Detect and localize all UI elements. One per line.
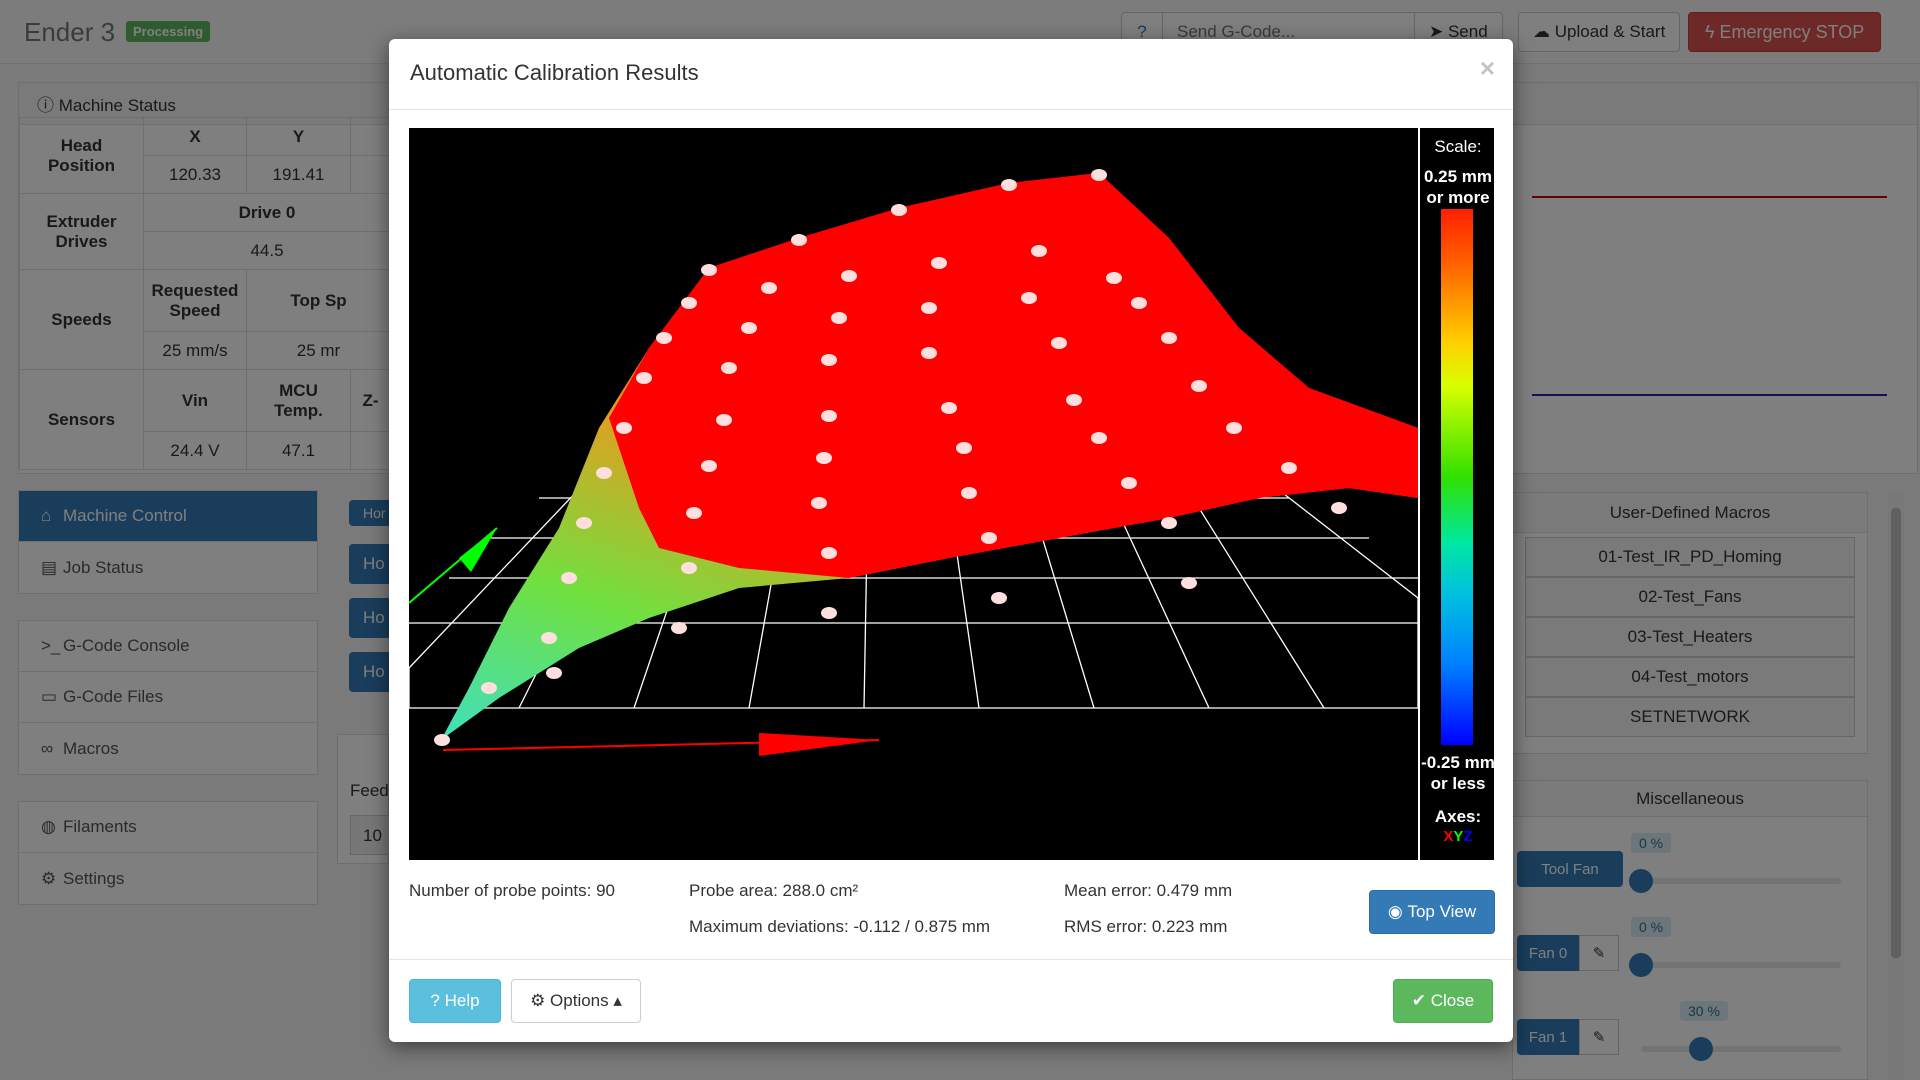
top-view-button[interactable]: ◉ Top View: [1369, 890, 1495, 934]
max-deviations: Maximum deviations: -0.112 / 0.875 mm: [689, 917, 991, 936]
close-label: Close: [1430, 991, 1475, 1010]
probe-point-marker: [981, 532, 997, 544]
probe-point-marker: [1091, 169, 1107, 181]
probe-point-marker: [1001, 179, 1017, 191]
probe-point-marker: [716, 414, 732, 426]
close-icon[interactable]: ×: [1480, 53, 1495, 84]
axis-y-letter: Y: [1453, 828, 1464, 845]
probe-point-marker: [576, 517, 592, 529]
scale-min-label: -0.25 mm or less: [1421, 753, 1494, 793]
modal-title: Automatic Calibration Results: [410, 60, 699, 85]
heightmap-viewer[interactable]: Scale: 0.25 mm or more -0.25 mm or less …: [409, 128, 1494, 860]
help-button[interactable]: ? Help: [409, 979, 501, 1023]
axes-label: Axes:: [1434, 807, 1482, 826]
probe-point-marker: [1181, 577, 1197, 589]
probe-point-marker: [921, 302, 937, 314]
probe-point-marker: [1021, 292, 1037, 304]
probe-point-marker: [841, 270, 857, 282]
probe-point-marker: [921, 347, 937, 359]
probe-point-marker: [1066, 394, 1082, 406]
probe-point-marker: [671, 622, 687, 634]
help-label: Help: [444, 991, 480, 1010]
modal-footer: ? Help ⚙ Options ▴ ✔ Close: [389, 959, 1513, 1042]
probe-point-marker: [931, 257, 947, 269]
probe-point-marker: [681, 562, 697, 574]
eye-icon: ◉: [1387, 902, 1408, 921]
probe-point-marker: [541, 632, 557, 644]
probe-point-marker: [821, 410, 837, 422]
probe-point-marker: [656, 332, 672, 344]
top-view-label: Top View: [1407, 902, 1477, 921]
probe-point-marker: [991, 592, 1007, 604]
probe-point-marker: [1121, 477, 1137, 489]
probe-point-marker: [816, 452, 832, 464]
mesh-surface: [441, 173, 1418, 740]
options-dropdown-button[interactable]: ⚙ Options ▴: [511, 979, 641, 1023]
probe-point-marker: [1051, 337, 1067, 349]
probe-points-count: Number of probe points: 90: [409, 881, 616, 900]
axis-z-letter: Z: [1463, 828, 1473, 845]
scale-max-label: 0.25 mm or more: [1423, 167, 1493, 207]
probe-point-marker: [821, 547, 837, 559]
heightmap-3d-render[interactable]: [409, 128, 1419, 860]
probe-point-marker: [941, 402, 957, 414]
caret-up-icon: ▴: [608, 991, 622, 1010]
options-label: Options: [550, 991, 609, 1010]
probe-area: Probe area: 288.0 cm²: [689, 881, 859, 900]
probe-point-marker: [701, 460, 717, 472]
probe-point-marker: [686, 507, 702, 519]
axis-x-letter: X: [1443, 828, 1454, 845]
calibration-results-modal: Automatic Calibration Results × Scale: 0…: [389, 39, 1513, 1042]
probe-point-marker: [811, 497, 827, 509]
axes-legend: XYZ: [1420, 828, 1494, 845]
modal-header: Automatic Calibration Results ×: [389, 39, 1513, 110]
probe-point-marker: [546, 667, 562, 679]
question-icon: ?: [430, 991, 445, 1010]
probe-point-marker: [1161, 517, 1177, 529]
probe-point-marker: [956, 442, 972, 454]
probe-point-marker: [1331, 502, 1347, 514]
probe-point-marker: [1281, 462, 1297, 474]
probe-point-marker: [481, 682, 497, 694]
probe-point-marker: [596, 467, 612, 479]
probe-point-marker: [1106, 272, 1122, 284]
probe-point-marker: [741, 322, 757, 334]
probe-point-marker: [791, 234, 807, 246]
probe-point-marker: [761, 282, 777, 294]
probe-point-marker: [701, 264, 717, 276]
probe-point-marker: [821, 354, 837, 366]
probe-point-marker: [681, 297, 697, 309]
probe-point-marker: [1226, 422, 1242, 434]
probe-point-marker: [434, 734, 450, 746]
probe-point-marker: [961, 487, 977, 499]
probe-point-marker: [1091, 432, 1107, 444]
probe-point-marker: [616, 422, 632, 434]
color-scale-bar: [1441, 209, 1473, 745]
probe-point-marker: [721, 362, 737, 374]
probe-point-marker: [1161, 332, 1177, 344]
rms-error: RMS error: 0.223 mm: [1064, 917, 1228, 936]
probe-point-marker: [831, 312, 847, 324]
probe-point-marker: [1131, 297, 1147, 309]
color-scale: Scale: 0.25 mm or more -0.25 mm or less …: [1418, 128, 1494, 860]
scale-title: Scale:: [1434, 137, 1482, 156]
close-button[interactable]: ✔ Close: [1393, 979, 1493, 1023]
probe-point-marker: [891, 204, 907, 216]
probe-point-marker: [1031, 245, 1047, 257]
probe-point-marker: [561, 572, 577, 584]
check-icon: ✔: [1411, 991, 1431, 1010]
gear-icon: ⚙: [530, 991, 551, 1010]
probe-point-marker: [821, 607, 837, 619]
mean-error: Mean error: 0.479 mm: [1064, 881, 1233, 900]
probe-point-marker: [636, 372, 652, 384]
probe-point-marker: [1191, 380, 1207, 392]
